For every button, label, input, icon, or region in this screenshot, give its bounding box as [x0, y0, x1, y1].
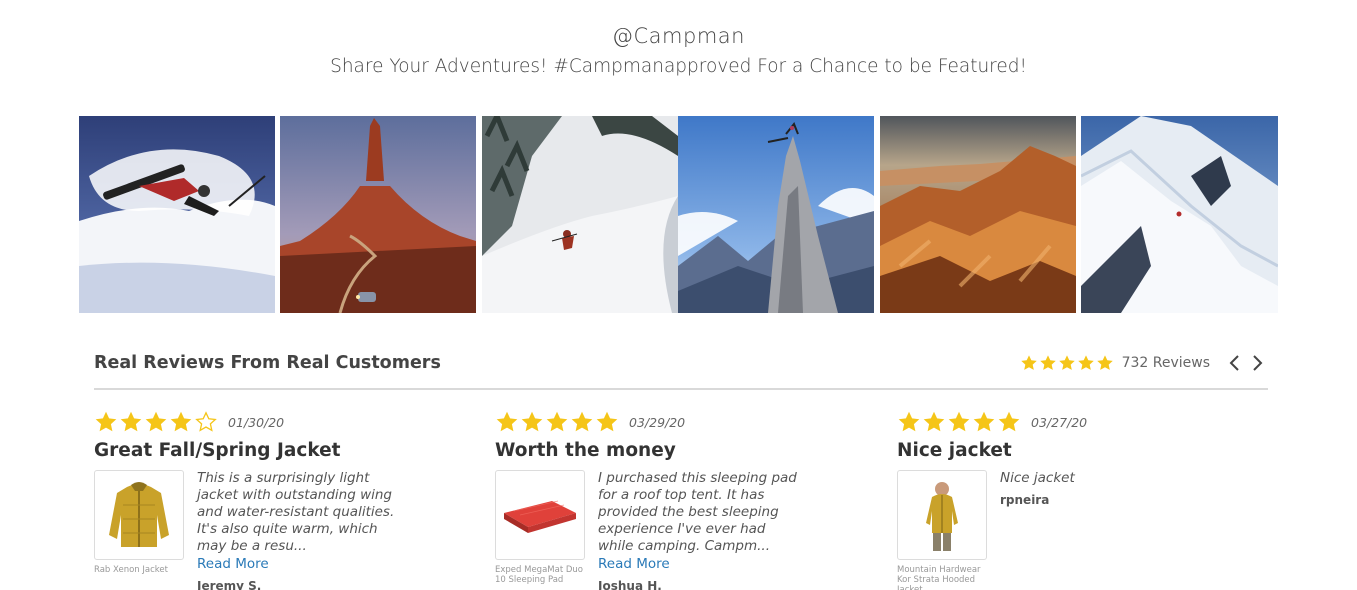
star-empty-icon [195, 411, 217, 432]
review-title: Worth the money [495, 440, 676, 461]
star-filled-icon [145, 411, 167, 432]
star-filled-icon [596, 411, 618, 432]
review-date: 01/30/20 [228, 414, 285, 430]
product-thumbnail[interactable] [94, 470, 184, 560]
star-filled-icon [546, 411, 568, 432]
product-name: Rab Xenon Jacket [94, 565, 168, 575]
reviews-section-title: Real Reviews From Real Customers [94, 353, 441, 373]
prev-reviews-button[interactable] [1224, 352, 1246, 374]
chevron-left-icon [1229, 355, 1239, 371]
review-author: Jeremy S. [197, 579, 262, 590]
review-product[interactable]: Rab Xenon Jacket [94, 470, 184, 590]
review-rating: 01/30/20 [94, 410, 424, 434]
star-filled-icon [1039, 355, 1056, 370]
star-filled-icon [973, 411, 995, 432]
review-author: Joshua H. [598, 579, 662, 590]
review-date: 03/27/20 [1031, 414, 1088, 430]
brand-handle[interactable]: @Campman [0, 24, 1357, 48]
star-filled-icon [1096, 355, 1113, 370]
star-filled-icon [120, 411, 142, 432]
reviews-summary: 732 Reviews [1020, 352, 1268, 374]
chevron-right-icon [1253, 355, 1263, 371]
review-excerpt: I purchased this sleeping pad for a roof… [598, 470, 797, 554]
gallery-photo-snow-ridge[interactable] [1081, 116, 1278, 313]
next-reviews-button[interactable] [1246, 352, 1268, 374]
review-card: 03/29/20 Worth the money Exped MegaMat D… [495, 410, 825, 590]
gallery-photo-red-butte[interactable] [280, 116, 476, 313]
star-filled-icon [948, 411, 970, 432]
read-more-link[interactable]: Read More [197, 556, 269, 572]
review-product[interactable]: Mountain Hardwear Kor Strata Hooded Jack… [897, 470, 987, 590]
star-filled-icon [95, 411, 117, 432]
gallery-photo-desert-canyon[interactable] [880, 116, 1076, 313]
star-filled-icon [496, 411, 518, 432]
read-more-link[interactable]: Read More [598, 556, 670, 572]
review-excerpt: This is a surprisingly light jacket with… [197, 470, 395, 554]
review-excerpt: Nice jacket [1000, 470, 1075, 486]
sleeping-pad-icon [504, 500, 576, 533]
star-filled-icon [998, 411, 1020, 432]
review-card: 01/30/20 Great Fall/Spring Jacket Rab Xe… [94, 410, 424, 590]
gallery-photo-skier-jump[interactable] [79, 116, 275, 313]
star-filled-icon [898, 411, 920, 432]
star-filled-icon [1077, 355, 1094, 370]
star-filled-icon [170, 411, 192, 432]
star-filled-icon [571, 411, 593, 432]
photo-gallery [79, 116, 1278, 313]
star-filled-icon [1020, 355, 1037, 370]
review-product[interactable]: Exped MegaMat Duo 10 Sleeping Pad [495, 470, 585, 590]
reviews-header: Real Reviews From Real Customers 732 Rev… [94, 350, 1268, 390]
review-rating: 03/27/20 [897, 410, 1227, 434]
gallery-photo-powder-skier[interactable] [482, 116, 678, 313]
star-filled-icon [923, 411, 945, 432]
average-rating-stars [1020, 354, 1114, 372]
instagram-header: @Campman Share Your Adventures! #Campman… [0, 24, 1357, 77]
hooded-jacket-icon [926, 482, 958, 551]
star-filled-icon [521, 411, 543, 432]
product-thumbnail[interactable] [897, 470, 987, 560]
product-name: Mountain Hardwear Kor Strata Hooded Jack… [897, 565, 981, 590]
review-rating: 03/29/20 [495, 410, 825, 434]
gallery-photo-rock-spire[interactable] [678, 116, 874, 313]
feature-tagline: Share Your Adventures! #Campmanapproved … [330, 56, 1027, 77]
product-thumbnail[interactable] [495, 470, 585, 560]
review-title: Great Fall/Spring Jacket [94, 440, 341, 461]
review-title: Nice jacket [897, 440, 1012, 461]
yellow-jacket-icon [109, 482, 169, 547]
review-count[interactable]: 732 Reviews [1122, 355, 1210, 371]
product-name: Exped MegaMat Duo 10 Sleeping Pad [495, 565, 584, 585]
review-card: 03/27/20 Nice jacket Mountain Hardwear K… [897, 410, 1227, 590]
review-author: rpneira [1000, 493, 1050, 507]
review-date: 03/29/20 [629, 414, 686, 430]
star-filled-icon [1058, 355, 1075, 370]
